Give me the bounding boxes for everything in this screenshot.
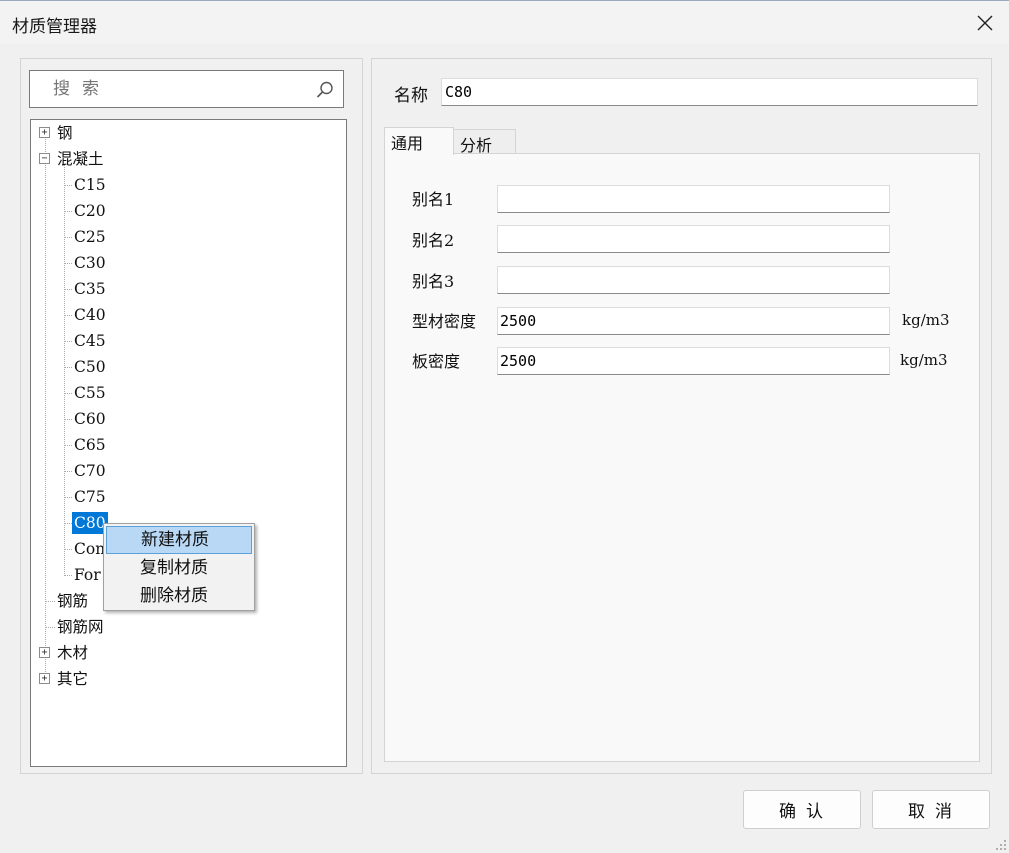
tree-item-label: C55	[74, 384, 106, 402]
expand-icon[interactable]: +	[39, 647, 50, 658]
tree-item-label: C40	[74, 306, 106, 324]
alias2-label: 别名2	[412, 231, 455, 250]
tree-item-label: C45	[74, 332, 106, 350]
section-density-input[interactable]	[497, 307, 890, 335]
tree-item-label: 钢筋	[57, 592, 89, 610]
tree-item-label: C20	[74, 202, 106, 220]
search-box[interactable]	[29, 70, 344, 108]
tree-item-label: For	[74, 566, 101, 584]
material-detail-panel: 名称 通用 分析 别名1 别名2 别名3 型材密度 kg/m3 板密度 kg/m…	[371, 58, 992, 774]
menu-item-copy-material[interactable]: 复制材质	[106, 554, 252, 582]
tab-general[interactable]: 通用	[384, 127, 454, 155]
tree-item-label: C75	[74, 488, 106, 506]
tree-item-label: C65	[74, 436, 106, 454]
tree-item-label: 钢筋网	[57, 618, 104, 636]
name-input[interactable]	[441, 78, 978, 106]
context-menu: 新建材质 复制材质 删除材质	[103, 523, 255, 611]
resize-grip-icon[interactable]	[995, 839, 1007, 851]
material-tree[interactable]: + 钢 − 混凝土 C15 C20 C25 C30 C35 C40 C45 C5…	[30, 119, 347, 767]
plate-density-input[interactable]	[497, 347, 890, 375]
section-density-label: 型材密度	[412, 312, 477, 331]
tree-item-label: 钢	[57, 124, 73, 142]
close-button[interactable]	[961, 1, 1009, 44]
alias3-label: 别名3	[412, 272, 455, 291]
tree-item-label: 其它	[57, 670, 89, 688]
tree-item-label: C15	[74, 176, 106, 194]
menu-item-new-material[interactable]: 新建材质	[106, 526, 252, 554]
plate-density-unit: kg/m3	[900, 351, 948, 369]
general-tab-panel: 别名1 别名2 别名3 型材密度 kg/m3 板密度 kg/m3	[384, 153, 980, 762]
expand-icon[interactable]: +	[39, 673, 50, 684]
section-density-unit: kg/m3	[902, 311, 950, 329]
tree-item-label: C30	[74, 254, 106, 272]
window-title: 材质管理器	[12, 17, 97, 37]
search-input[interactable]	[31, 72, 311, 106]
cancel-button[interactable]: 取消	[872, 790, 990, 829]
alias1-label: 别名1	[412, 190, 455, 209]
tree-item-label: 木材	[57, 644, 89, 662]
tree-item-label: C35	[74, 280, 106, 298]
alias3-input[interactable]	[497, 266, 890, 294]
title-bar: 材质管理器	[0, 0, 1009, 44]
name-label: 名称	[394, 86, 428, 106]
tree-item-label: C70	[74, 462, 106, 480]
tree-item-label: Con	[74, 540, 106, 558]
tree-connector	[45, 134, 46, 680]
material-list-panel: + 钢 − 混凝土 C15 C20 C25 C30 C35 C40 C45 C5…	[20, 58, 363, 774]
menu-item-delete-material[interactable]: 删除材质	[106, 582, 252, 610]
ok-button[interactable]: 确认	[743, 790, 861, 829]
tree-connector	[64, 164, 65, 576]
alias2-input[interactable]	[497, 225, 890, 253]
tree-item-label: C25	[74, 228, 106, 246]
close-icon	[977, 15, 993, 30]
plate-density-label: 板密度	[412, 352, 461, 371]
tab-analysis[interactable]: 分析	[453, 129, 516, 155]
search-icon[interactable]	[315, 80, 335, 100]
tree-item-label: C50	[74, 358, 106, 376]
tree-item-label: 混凝土	[57, 150, 104, 168]
collapse-icon[interactable]: −	[39, 153, 50, 164]
expand-icon[interactable]: +	[39, 127, 50, 138]
alias1-input[interactable]	[497, 185, 890, 213]
tree-item-label: C60	[74, 410, 106, 428]
